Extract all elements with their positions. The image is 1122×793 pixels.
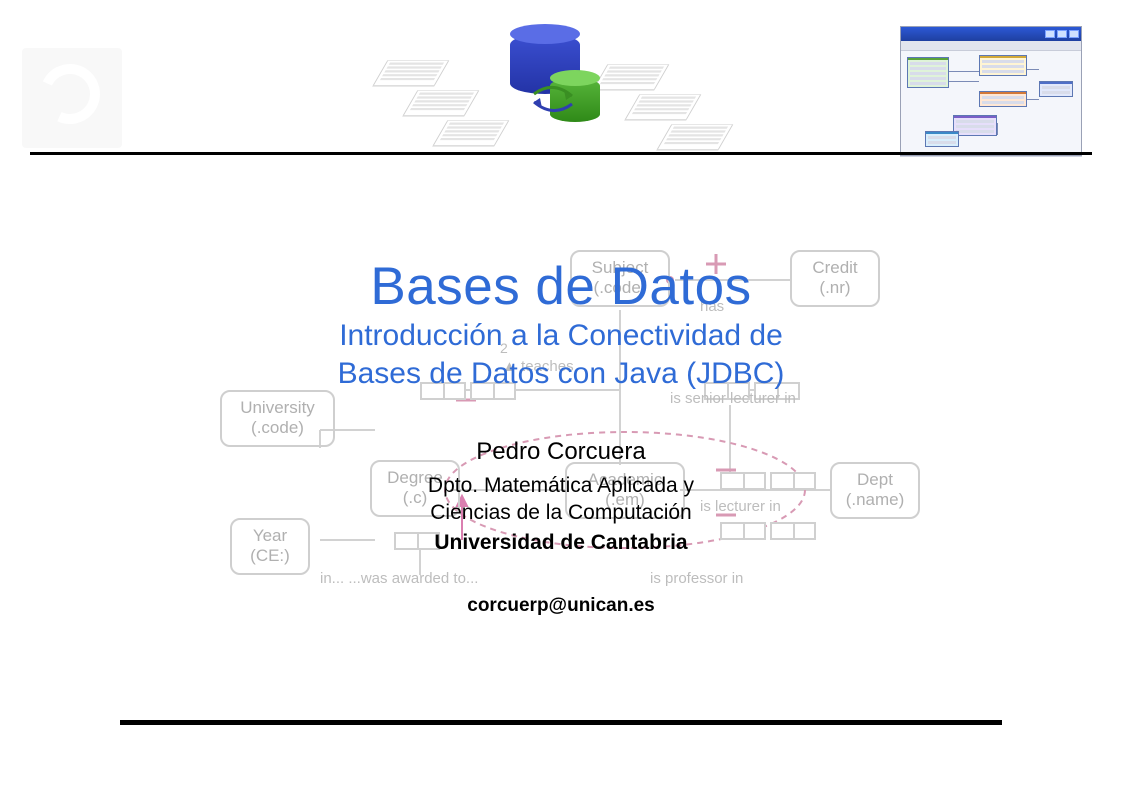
slide-title-block: Bases de Datos Introducción a la Conecti… xyxy=(0,256,1122,617)
author-name: Pedro Corcuera xyxy=(0,438,1122,466)
author-department-line: Dpto. Matemática Aplicada y xyxy=(428,474,694,497)
slide-header xyxy=(0,0,1122,160)
header-center-graphic xyxy=(380,44,740,154)
author-email: corcuerp@unican.es xyxy=(0,595,1122,617)
author-department-line: Ciencias de la Computación xyxy=(430,501,691,524)
footer-divider xyxy=(120,720,1002,725)
sync-arrows-icon xyxy=(528,84,578,114)
window-max-icon xyxy=(1057,30,1067,38)
slide-subtitle-line: Introducción a la Conectividad de xyxy=(339,319,783,352)
slide-subtitle-line: Bases de Datos con Java (JDBC) xyxy=(338,357,785,390)
slide-title: Bases de Datos xyxy=(0,256,1122,317)
header-divider xyxy=(30,152,1092,155)
window-min-icon xyxy=(1045,30,1055,38)
corner-logo xyxy=(22,48,122,148)
author-university: Universidad de Cantabria xyxy=(0,531,1122,555)
window-close-icon xyxy=(1069,30,1079,38)
access-relationship-window-thumbnail xyxy=(900,26,1082,156)
